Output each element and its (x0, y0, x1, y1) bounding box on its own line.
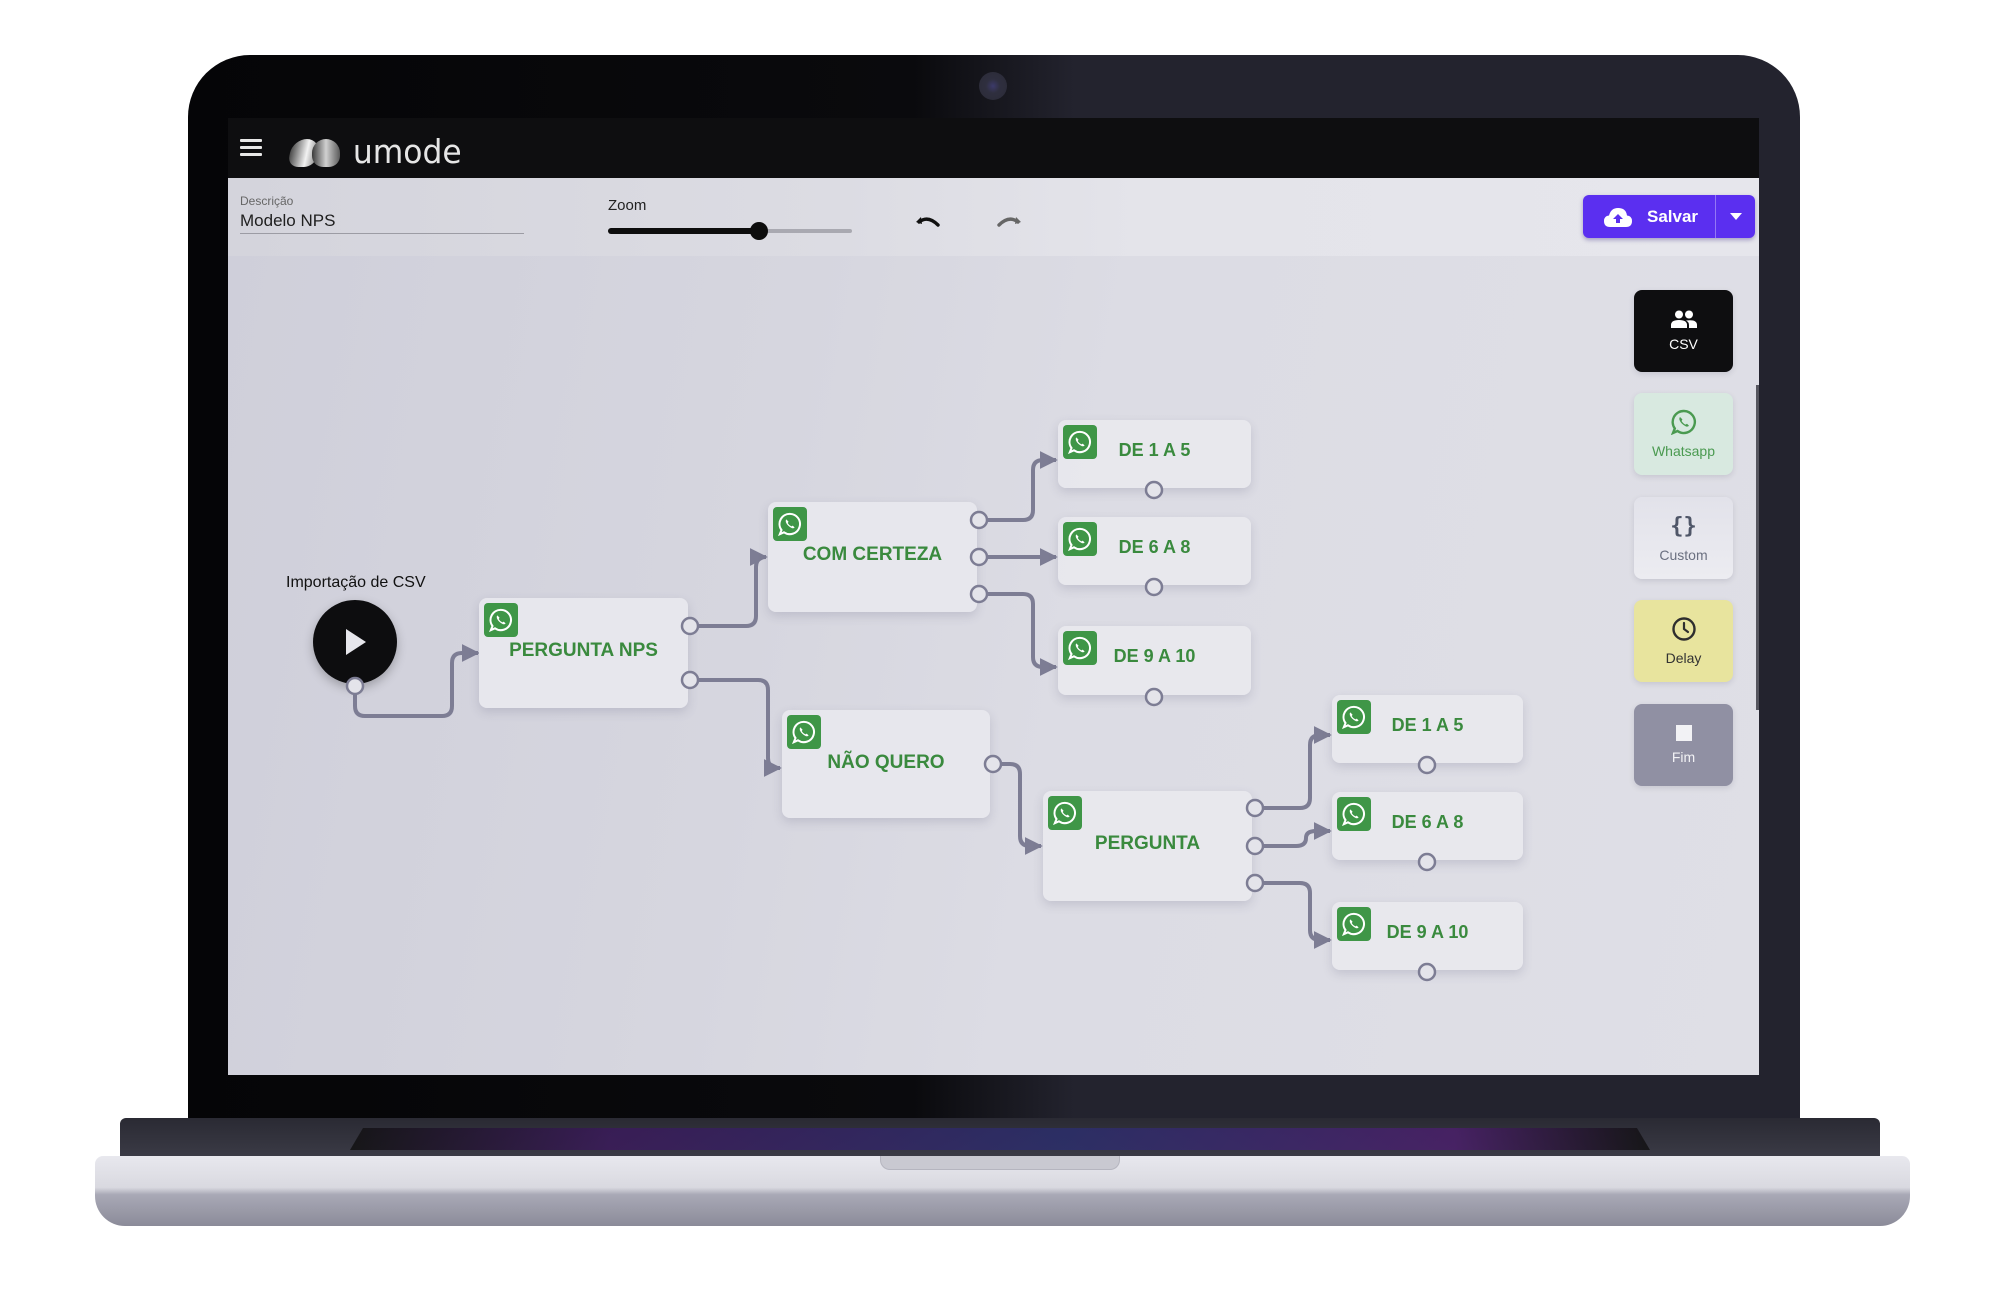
flow-node-b-de-9-a-10[interactable]: DE 9 A 10 (1332, 902, 1523, 970)
redo-icon (997, 217, 1021, 227)
node-title: DE 9 A 10 (1386, 922, 1469, 942)
palette-item-csv[interactable]: CSV (1634, 290, 1733, 372)
port-com-certeza-out-1[interactable] (969, 510, 989, 530)
port-b-de-1-a-5-out[interactable] (1417, 755, 1437, 775)
node-title: DE 1 A 5 (1391, 715, 1464, 735)
laptop-opening-notch (880, 1156, 1120, 1170)
palette-label: Fim (1671, 749, 1696, 765)
cloud-upload-icon (1604, 207, 1632, 227)
flow-node-b-de-6-a-8[interactable]: DE 6 A 8 (1332, 792, 1523, 860)
flow-node-a-de-1-a-5[interactable]: DE 1 A 5 (1058, 420, 1251, 488)
users-icon (1670, 310, 1697, 328)
play-icon (346, 629, 366, 655)
port-b-de-9-a-10-out[interactable] (1417, 962, 1437, 982)
node-title: PERGUNTA NPS (509, 640, 658, 661)
port-pergunta-out-3[interactable] (1245, 873, 1265, 893)
palette-item-fim[interactable]: Fim (1634, 704, 1733, 786)
editor-toolbar: Descrição Zoom S (228, 178, 1759, 256)
app-logo: umode (287, 132, 465, 171)
node-title: DE 6 A 8 (1118, 537, 1191, 557)
save-options-dropdown[interactable] (1715, 195, 1755, 238)
zoom-label: Zoom (608, 197, 647, 214)
hamburger-menu-icon[interactable] (240, 139, 262, 157)
node-title: PERGUNTA (1094, 833, 1201, 854)
flow-node-b-de-1-a-5[interactable]: DE 1 A 5 (1332, 695, 1523, 763)
caret-down-icon (1729, 213, 1742, 220)
redo-button[interactable] (992, 206, 1026, 240)
laptop-keyboard (350, 1128, 1650, 1150)
start-node[interactable] (313, 600, 397, 684)
palette-label: CSV (1669, 336, 1698, 352)
canvas-scrollbar[interactable] (1756, 385, 1759, 710)
flow-node-pergunta[interactable]: PERGUNTA (1043, 791, 1252, 901)
description-label: Descrição (240, 194, 294, 208)
zoom-slider[interactable] (608, 221, 852, 241)
whatsapp-icon (484, 603, 518, 637)
app-screen: umode Descrição Zoom (228, 118, 1759, 1075)
webcam (979, 72, 1007, 100)
port-pergunta-nps-out-1[interactable] (680, 616, 700, 636)
whatsapp-icon (773, 507, 807, 541)
zoom-thumb[interactable] (750, 222, 769, 240)
save-label: Salvar (1647, 206, 1699, 226)
palette-label: Custom (1659, 546, 1708, 563)
whatsapp-icon (1670, 409, 1696, 435)
port-a-de-1-a-5-out[interactable] (1144, 480, 1164, 500)
zoom-fill (608, 228, 760, 234)
palette-item-delay[interactable]: Delay (1634, 600, 1733, 682)
flow-node-nao-quero[interactable]: NÃO QUERO (782, 710, 990, 818)
flow-node-pergunta-nps[interactable]: PERGUNTA NPS (479, 598, 688, 708)
app-name: umode (352, 132, 462, 171)
flow-canvas[interactable] (228, 256, 1759, 1075)
app-bar: umode (228, 118, 1759, 178)
logo-mark-icon (287, 137, 342, 167)
port-com-certeza-out-2[interactable] (969, 547, 989, 567)
port-pergunta-out-2[interactable] (1245, 836, 1265, 856)
flow-node-a-de-9-a-10[interactable]: DE 9 A 10 (1058, 626, 1251, 695)
palette-item-whatsapp[interactable]: Whatsapp (1634, 393, 1733, 475)
port-start-out[interactable] (345, 676, 365, 696)
palette-label: Delay (1665, 650, 1702, 666)
node-title: DE 1 A 5 (1118, 440, 1191, 460)
save-split-button: Salvar (1583, 195, 1755, 238)
port-pergunta-out-1[interactable] (1245, 798, 1265, 818)
node-title: COM CERTEZA (802, 544, 943, 565)
node-title: DE 9 A 10 (1113, 646, 1196, 666)
whatsapp-icon (1048, 796, 1082, 830)
port-pergunta-nps-out-2[interactable] (680, 670, 700, 690)
start-node-label: Importação de CSV (286, 574, 426, 591)
node-title: NÃO QUERO (827, 752, 945, 773)
port-com-certeza-out-3[interactable] (969, 584, 989, 604)
whatsapp-icon (787, 715, 821, 749)
stop-square-icon (1675, 725, 1692, 741)
palette-item-custom[interactable]: {} Custom (1634, 497, 1733, 579)
node-title: DE 6 A 8 (1391, 812, 1464, 832)
undo-button[interactable] (911, 206, 945, 240)
port-a-de-9-a-10-out[interactable] (1144, 687, 1164, 707)
save-button[interactable]: Salvar (1583, 195, 1715, 238)
description-input[interactable] (240, 208, 524, 234)
clock-icon (1671, 617, 1696, 641)
port-a-de-6-a-8-out[interactable] (1144, 577, 1164, 597)
port-nao-quero-out[interactable] (983, 754, 1003, 774)
flow-node-a-de-6-a-8[interactable]: DE 6 A 8 (1058, 517, 1251, 585)
palette-label: Whatsapp (1651, 443, 1716, 459)
braces-icon: {} (1670, 513, 1697, 539)
undo-icon (916, 217, 940, 227)
flow-node-com-certeza[interactable]: COM CERTEZA (768, 502, 977, 612)
port-b-de-6-a-8-out[interactable] (1417, 852, 1437, 872)
